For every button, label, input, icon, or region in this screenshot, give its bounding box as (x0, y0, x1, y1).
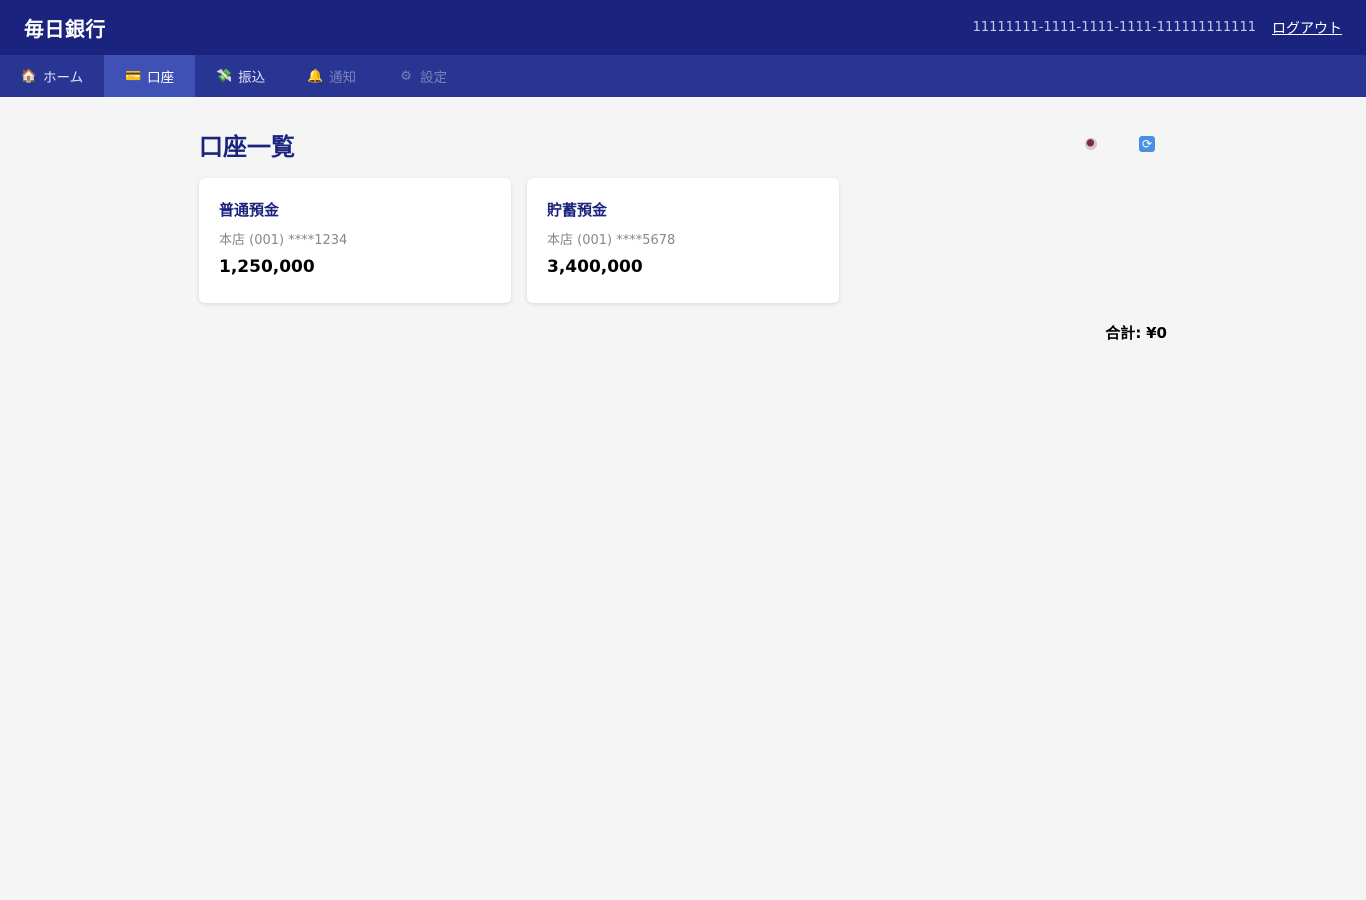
total-label: 合計: (1105, 324, 1142, 342)
account-balance: 3,400,000 (547, 257, 643, 277)
title-row: 口座一覧 ⟳ (199, 127, 1167, 161)
account-branch-number: 本店 (001) ****1234 (219, 233, 348, 248)
nav-item-label: 通知 (329, 70, 357, 86)
bank-logo-title: 毎日銀行 (24, 17, 106, 41)
account-balance: 1,250,000 (219, 257, 315, 277)
account-card[interactable]: 普通預金 本店 (001) ****1234 1,250,000 (199, 178, 511, 303)
toggle-visibility-button[interactable] (1083, 136, 1099, 152)
refresh-button[interactable]: ⟳ (1139, 136, 1155, 152)
refresh-icon: ⟳ (1139, 136, 1155, 152)
total-value: ¥0 (1146, 324, 1167, 342)
gear-icon: ⚙ (400, 68, 412, 84)
toolbar: ⟳ (1083, 136, 1155, 152)
nav-item-label: ホーム (43, 70, 84, 86)
house-icon: 🏠 (20, 68, 38, 84)
bell-icon: 🔔 (307, 68, 324, 84)
header-user-area: 11111111-1111-1111-1111-111111111111 ログア… (973, 18, 1342, 38)
account-name: 貯蓄預金 (547, 201, 608, 219)
card-icon: 💳 (125, 68, 142, 84)
nav-item-settings[interactable]: ⚙ 設定 (377, 55, 468, 97)
account-card-list: 普通預金 本店 (001) ****1234 1,250,000 貯蓄預金 本店… (199, 178, 1167, 303)
nav-item-label: 振込 (238, 70, 266, 86)
account-card[interactable]: 貯蓄預金 本店 (001) ****5678 3,400,000 (527, 178, 839, 303)
money-icon: 💸 (216, 68, 233, 84)
logout-link[interactable]: ログアウト (1272, 18, 1342, 38)
app-header: 毎日銀行 11111111-1111-1111-1111-11111111111… (0, 0, 1366, 55)
total-summary: 合計: ¥0 (199, 322, 1167, 343)
account-name: 普通預金 (219, 201, 280, 219)
page-title: 口座一覧 (199, 132, 295, 161)
user-account-id: 11111111-1111-1111-1111-111111111111 (972, 20, 1256, 35)
nav-item-notifications[interactable]: 🔔 通知 (286, 55, 377, 97)
nav-item-transfer[interactable]: 💸 振込 (195, 55, 286, 97)
account-branch-number: 本店 (001) ****5678 (547, 233, 676, 248)
accounts-page: 口座一覧 ⟳ 普通預金 本店 (001) ****1234 1,250,000 … (199, 97, 1167, 343)
nav-item-home[interactable]: 🏠 ホーム (0, 55, 104, 97)
nav-item-label: 設定 (420, 70, 448, 86)
nav-item-label: 口座 (147, 70, 175, 86)
main-nav: 🏠 ホーム 💳 口座 💸 振込 🔔 通知 ⚙ 設定 (0, 55, 1366, 97)
eye-icon (1085, 138, 1097, 150)
nav-item-accounts[interactable]: 💳 口座 (104, 55, 196, 97)
